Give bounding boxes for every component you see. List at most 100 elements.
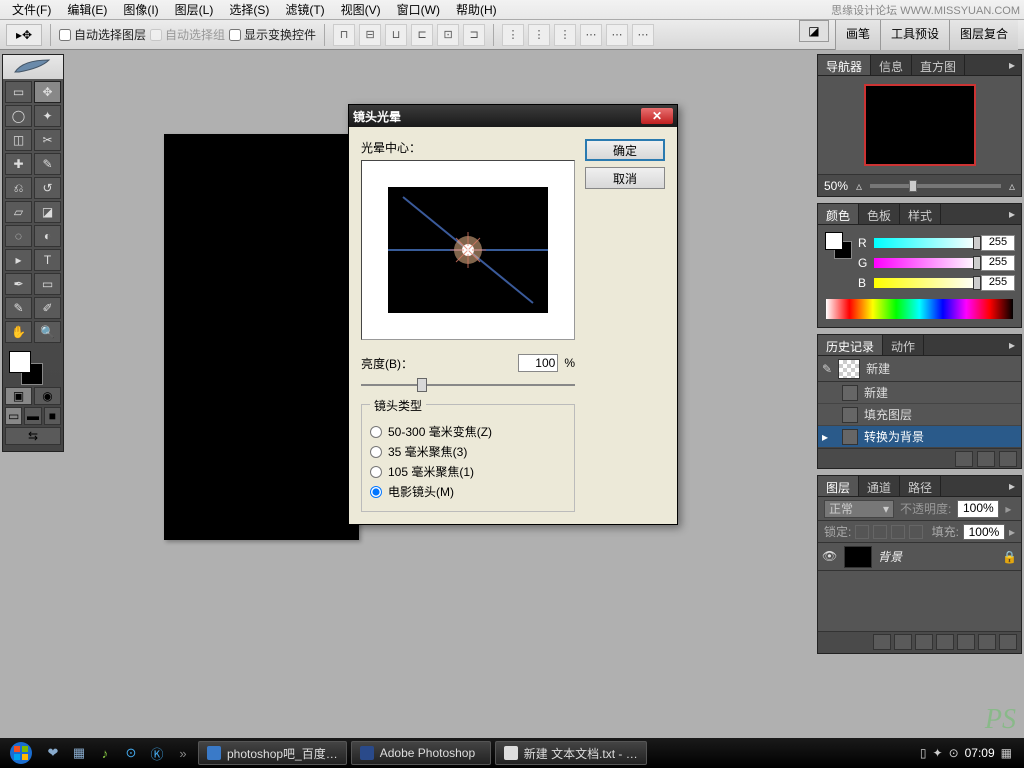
menu-image[interactable]: 图像(I) [115,0,166,20]
gradient-tool[interactable]: ◪ [34,201,61,223]
distribute-top-icon[interactable]: ⋮ [502,24,524,46]
history-step[interactable]: 填充图层 [818,404,1021,426]
tab-tool-presets[interactable]: 工具预设 [880,20,949,50]
align-top-icon[interactable]: ⊓ [333,24,355,46]
menu-view[interactable]: 视图(V) [333,0,389,20]
brightness-slider[interactable] [361,378,575,392]
close-icon[interactable]: ✕ [641,108,673,124]
quickmask-mode-icon[interactable]: ◉ [34,387,61,405]
dialog-titlebar[interactable]: 镜头光晕 ✕ [349,105,677,127]
distribute-bottom-icon[interactable]: ⋮ [554,24,576,46]
navigator-thumbnail[interactable] [864,84,976,166]
blur-tool[interactable]: ◌ [5,225,32,247]
tab-swatches[interactable]: 色板 [859,204,900,224]
distribute-vcenter-icon[interactable]: ⋮ [528,24,550,46]
menu-filter[interactable]: 滤镜(T) [277,0,332,20]
tab-color[interactable]: 颜色 [818,204,859,224]
lens-option-1[interactable]: 35 毫米聚焦(3) [370,443,566,460]
auto-select-group-checkbox[interactable]: 自动选择组 [150,26,225,43]
distribute-hcenter-icon[interactable]: ⋯ [606,24,628,46]
color-swatches[interactable] [7,349,59,383]
visibility-icon[interactable]: 👁 [822,549,838,565]
lock-all-icon[interactable] [909,525,923,539]
history-step[interactable]: ▸转换为背景 [818,426,1021,448]
tray-icon[interactable]: ✦ [933,746,943,760]
screen-full-menubar-icon[interactable]: ▬ [24,407,41,425]
layer-thumbnail[interactable] [844,546,872,568]
align-left-icon[interactable]: ⊏ [411,24,433,46]
opacity-input[interactable]: 100% [957,500,999,518]
tab-layers[interactable]: 图层 [818,476,859,496]
history-brush-source-icon[interactable]: ✎ [822,362,832,376]
clone-stamp-tool[interactable]: ⎌ [5,177,32,199]
taskbar-task[interactable]: Adobe Photoshop [351,741,491,765]
screen-full-icon[interactable]: ■ [44,407,61,425]
tray-icon[interactable]: ▦ [1001,746,1012,760]
tab-info[interactable]: 信息 [871,55,912,75]
jump-to-imageready-icon[interactable]: ⇆ [5,427,61,445]
zoom-slider[interactable] [870,184,1001,188]
foreground-color-swatch[interactable] [9,351,31,373]
tab-navigator[interactable]: 导航器 [818,55,871,75]
layer-style-icon[interactable] [894,634,912,650]
lens-option-0[interactable]: 50-300 毫米变焦(Z) [370,423,566,440]
quicklaunch-expand-icon[interactable]: » [172,742,194,764]
align-vcenter-icon[interactable]: ⊟ [359,24,381,46]
new-group-icon[interactable] [957,634,975,650]
move-tool[interactable]: ✥ [34,81,61,103]
zoom-in-icon[interactable]: ▵ [1009,179,1015,193]
notes-tool[interactable]: ✎ [5,297,32,319]
b-slider[interactable] [874,278,977,288]
lasso-tool[interactable]: ◯ [5,105,32,127]
quicklaunch-icon[interactable]: ❤ [42,742,64,764]
layer-name[interactable]: 背景 [878,548,902,565]
tab-layer-comps[interactable]: 图层复合 [949,20,1018,50]
palette-well-icon[interactable]: ◪ [799,20,829,42]
adjustment-layer-icon[interactable] [936,634,954,650]
history-doc-name[interactable]: 新建 [866,360,890,377]
screen-standard-icon[interactable]: ▭ [5,407,22,425]
tab-actions[interactable]: 动作 [883,335,924,355]
blend-mode-select[interactable]: 正常▾ [824,500,894,518]
tab-paths[interactable]: 路径 [900,476,941,496]
quicklaunch-icon[interactable]: ▦ [68,742,90,764]
quicklaunch-icon[interactable]: Ⓚ [146,742,168,764]
auto-select-layer-checkbox[interactable]: 自动选择图层 [59,26,146,43]
menu-edit[interactable]: 编辑(E) [59,0,115,20]
flare-preview[interactable] [388,187,548,313]
quicklaunch-icon[interactable]: ⊙ [120,742,142,764]
ok-button[interactable]: 确定 [585,139,665,161]
dodge-tool[interactable]: ◐ [34,225,61,247]
menu-layer[interactable]: 图层(L) [167,0,222,20]
show-transform-checkbox[interactable]: 显示变换控件 [229,26,316,43]
history-snapshot-thumb[interactable] [838,359,860,379]
panel-menu-icon[interactable]: ▸ [1003,476,1021,496]
shape-tool[interactable]: ▭ [34,273,61,295]
marquee-tool[interactable]: ▭ [5,81,32,103]
delete-layer-icon[interactable] [999,634,1017,650]
lock-position-icon[interactable] [891,525,905,539]
tool-preset-picker[interactable]: ▸✥ [6,24,42,46]
g-slider[interactable] [874,258,977,268]
zoom-value[interactable]: 50% [824,179,848,193]
type-tool[interactable]: T [34,249,61,271]
color-spectrum[interactable] [826,299,1013,319]
tab-channels[interactable]: 通道 [859,476,900,496]
brush-tool[interactable]: ✎ [34,153,61,175]
taskbar-task[interactable]: 新建 文本文档.txt - … [495,741,647,765]
cancel-button[interactable]: 取消 [585,167,665,189]
align-bottom-icon[interactable]: ⊔ [385,24,407,46]
r-value[interactable]: 255 [981,235,1015,251]
r-slider[interactable] [874,238,977,248]
clock[interactable]: 07:09 [965,746,995,760]
g-value[interactable]: 255 [981,255,1015,271]
fill-input[interactable]: 100% [963,524,1005,540]
layer-row[interactable]: 👁 背景 🔒 [818,543,1021,571]
menu-window[interactable]: 窗口(W) [389,0,448,20]
panel-menu-icon[interactable]: ▸ [1003,335,1021,355]
new-doc-from-state-icon[interactable] [955,451,973,467]
brightness-input[interactable] [518,354,558,372]
tab-histogram[interactable]: 直方图 [912,55,965,75]
zoom-out-icon[interactable]: ▵ [856,179,862,193]
start-button[interactable] [4,740,38,766]
